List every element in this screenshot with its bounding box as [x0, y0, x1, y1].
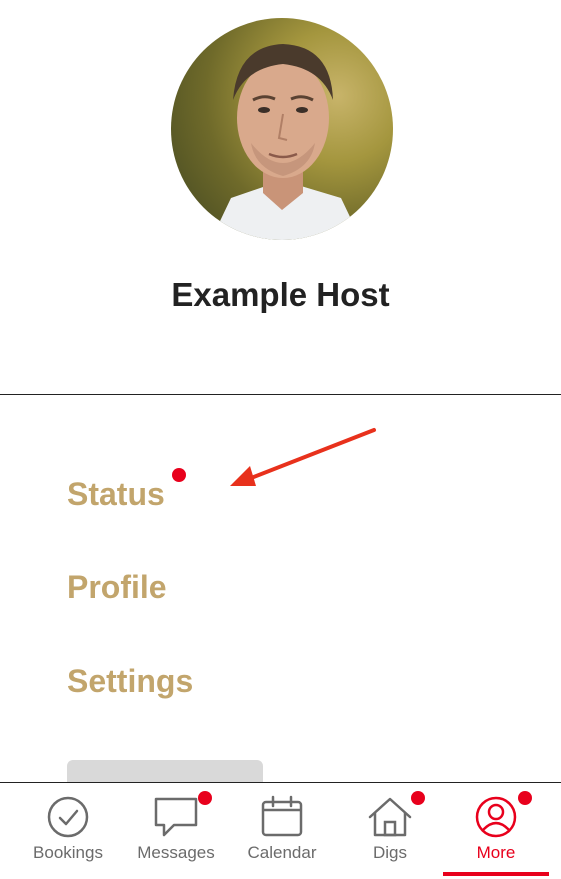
house-icon: [368, 797, 412, 837]
profile-avatar[interactable]: [171, 18, 393, 240]
active-tab-indicator: [443, 872, 549, 876]
chat-bubble-icon: [154, 797, 198, 837]
calendar-icon: [261, 795, 303, 837]
digs-badge: [411, 791, 425, 805]
tab-digs-label: Digs: [372, 843, 407, 862]
tab-bookings-label: Bookings: [33, 843, 103, 862]
menu-item-settings[interactable]: Settings: [67, 663, 193, 700]
check-circle-icon: [47, 796, 89, 838]
tab-bookings[interactable]: Bookings: [18, 783, 118, 875]
menu-item-status[interactable]: Status: [67, 476, 165, 513]
messages-badge: [198, 791, 212, 805]
more-badge: [518, 791, 532, 805]
host-name: Example Host: [171, 276, 390, 313]
tab-calendar-label: Calendar: [247, 843, 317, 862]
bottom-tab-bar: Bookings Messages Calendar Digs More: [0, 782, 561, 879]
tab-more-label: More: [476, 843, 516, 862]
tab-messages-label: Messages: [137, 843, 215, 862]
tab-calendar[interactable]: Calendar: [232, 783, 332, 875]
menu-item-profile[interactable]: Profile: [67, 569, 167, 606]
status-notification-dot: [172, 468, 186, 482]
section-divider: [0, 394, 561, 395]
user-circle-icon: [475, 796, 517, 838]
person-photo-icon: [211, 44, 361, 240]
tab-digs[interactable]: Digs: [340, 783, 440, 875]
red-arrow-icon: [230, 428, 376, 486]
